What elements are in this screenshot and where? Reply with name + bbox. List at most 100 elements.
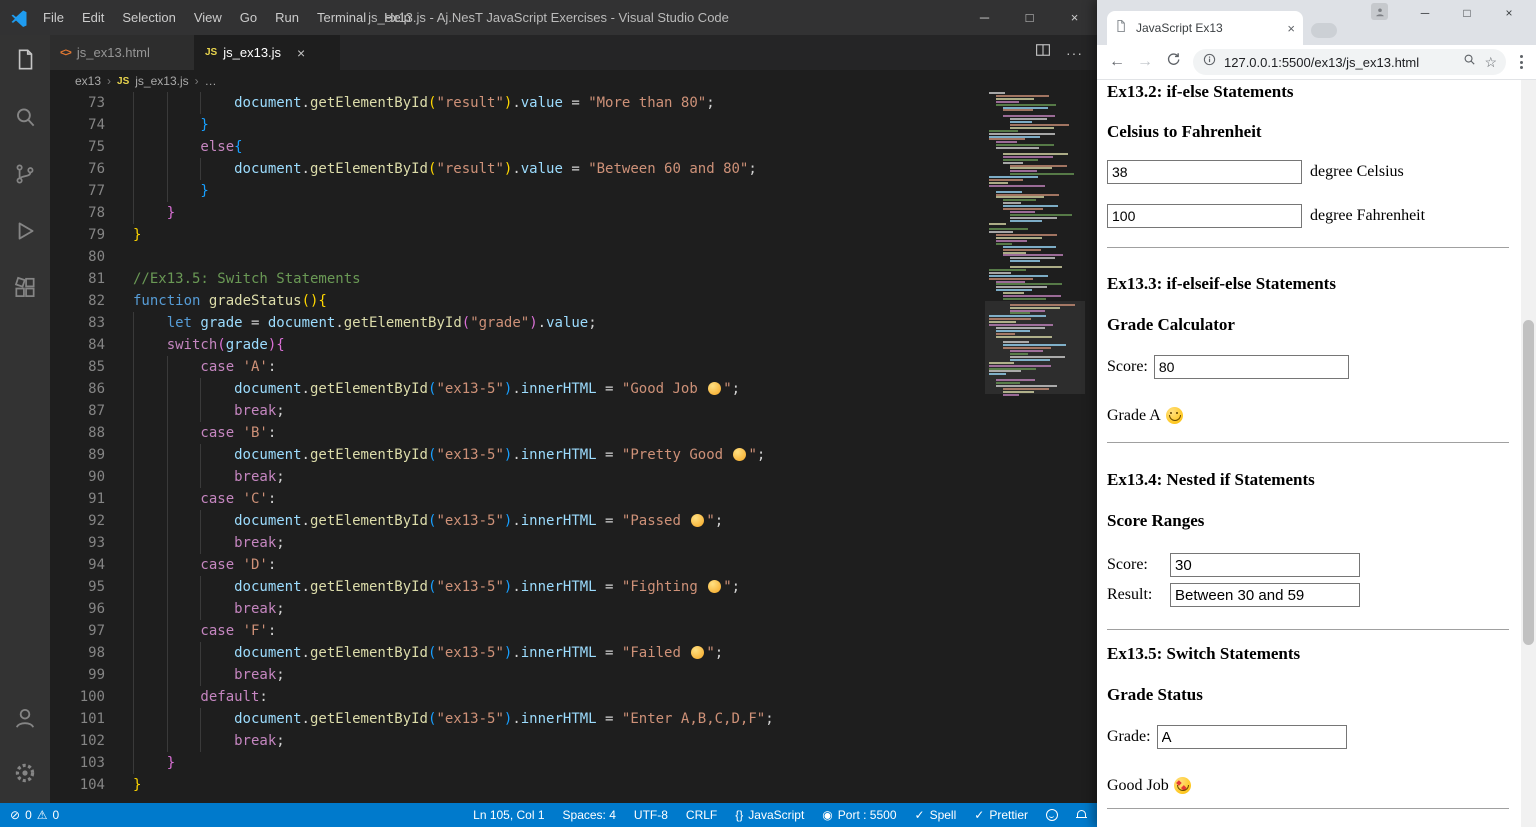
language-mode[interactable]: {} JavaScript bbox=[735, 808, 804, 822]
code-line[interactable]: 100default: bbox=[50, 686, 1097, 708]
page-scrollbar[interactable] bbox=[1521, 80, 1536, 827]
grade-input[interactable] bbox=[1157, 725, 1347, 749]
tab-js-ex13-js[interactable]: JS js_ex13.js × bbox=[195, 35, 340, 70]
explorer-icon[interactable] bbox=[12, 47, 38, 78]
menu-file[interactable]: File bbox=[34, 0, 73, 35]
result-input[interactable] bbox=[1170, 583, 1360, 607]
code-text: } bbox=[133, 180, 209, 202]
breadcrumb-more[interactable]: … bbox=[205, 74, 217, 88]
extensions-icon[interactable] bbox=[12, 275, 38, 306]
score-range-input[interactable] bbox=[1170, 553, 1360, 577]
code-line[interactable]: 84switch(grade){ bbox=[50, 334, 1097, 356]
code-line[interactable]: 83let grade = document.getElementById("g… bbox=[50, 312, 1097, 334]
code-line[interactable]: 99break; bbox=[50, 664, 1097, 686]
code-token: ){ bbox=[268, 337, 285, 353]
code-line[interactable]: 77} bbox=[50, 180, 1097, 202]
code-line[interactable]: 90break; bbox=[50, 466, 1097, 488]
close-button[interactable]: × bbox=[1052, 0, 1097, 35]
code-editor[interactable]: 73document.getElementById("result").valu… bbox=[50, 92, 1097, 803]
close-button[interactable]: × bbox=[1488, 0, 1530, 26]
menu-edit[interactable]: Edit bbox=[73, 0, 113, 35]
browser-tab[interactable]: JavaScript Ex13 × bbox=[1107, 11, 1303, 45]
eol-status[interactable]: CRLF bbox=[686, 808, 717, 822]
source-control-icon[interactable] bbox=[12, 161, 38, 192]
score-input[interactable] bbox=[1154, 355, 1349, 379]
cursor-position[interactable]: Ln 105, Col 1 bbox=[473, 808, 544, 822]
code-line[interactable]: 87break; bbox=[50, 400, 1097, 422]
titlebar-profile-icon[interactable] bbox=[1371, 3, 1388, 20]
code-line[interactable]: 91case 'C': bbox=[50, 488, 1097, 510]
reload-icon[interactable] bbox=[1159, 51, 1187, 73]
notifications-bell-icon[interactable] bbox=[1076, 810, 1087, 820]
tab-close-icon[interactable]: × bbox=[297, 45, 305, 61]
breadcrumb-folder[interactable]: ex13 bbox=[75, 74, 101, 88]
tab-close-icon[interactable]: × bbox=[1287, 21, 1295, 36]
scrollbar-thumb[interactable] bbox=[1523, 320, 1534, 645]
tab-js-ex13-html[interactable]: <> js_ex13.html bbox=[50, 35, 195, 70]
minimize-button[interactable]: ─ bbox=[1404, 0, 1446, 26]
code-line[interactable]: 75else{ bbox=[50, 136, 1097, 158]
code-line[interactable]: 73document.getElementById("result").valu… bbox=[50, 92, 1097, 114]
code-line[interactable]: 94case 'D': bbox=[50, 554, 1097, 576]
bookmark-star-icon[interactable]: ☆ bbox=[1484, 54, 1497, 71]
browser-menu-icon[interactable] bbox=[1512, 55, 1530, 69]
more-actions-icon[interactable]: ··· bbox=[1066, 45, 1083, 61]
minimap[interactable] bbox=[985, 92, 1085, 803]
code-line[interactable]: 96break; bbox=[50, 598, 1097, 620]
menu-terminal[interactable]: Terminal bbox=[308, 0, 375, 35]
code-line[interactable]: 102break; bbox=[50, 730, 1097, 752]
live-server-port[interactable]: ◉ Port : 5500 bbox=[822, 808, 896, 822]
code-line[interactable]: 85case 'A': bbox=[50, 356, 1097, 378]
code-line[interactable]: 80 bbox=[50, 246, 1097, 268]
code-line[interactable]: 92document.getElementById("ex13-5").inne… bbox=[50, 510, 1097, 532]
menu-run[interactable]: Run bbox=[266, 0, 308, 35]
spell-checker-status[interactable]: ✓ Spell bbox=[915, 808, 957, 822]
code-line[interactable]: 81//Ex13.5: Switch Statements bbox=[50, 268, 1097, 290]
minimap-line bbox=[1003, 205, 1058, 207]
zoom-icon[interactable] bbox=[1462, 52, 1477, 72]
code-line[interactable]: 95document.getElementById("ex13-5").inne… bbox=[50, 576, 1097, 598]
code-line[interactable]: 82function gradeStatus(){ bbox=[50, 290, 1097, 312]
code-line[interactable]: 101document.getElementById("ex13-5").inn… bbox=[50, 708, 1097, 730]
code-line[interactable]: 97case 'F': bbox=[50, 620, 1097, 642]
code-line[interactable]: 89document.getElementById("ex13-5").inne… bbox=[50, 444, 1097, 466]
encoding-status[interactable]: UTF-8 bbox=[634, 808, 668, 822]
code-line[interactable]: 74} bbox=[50, 114, 1097, 136]
code-line[interactable]: 76document.getElementById("result").valu… bbox=[50, 158, 1097, 180]
code-line[interactable]: 98document.getElementById("ex13-5").inne… bbox=[50, 642, 1097, 664]
code-token: } bbox=[133, 227, 141, 243]
run-and-debug-icon[interactable] bbox=[12, 218, 38, 249]
menu-selection[interactable]: Selection bbox=[113, 0, 184, 35]
code-line[interactable]: 93break; bbox=[50, 532, 1097, 554]
fahrenheit-input[interactable] bbox=[1107, 204, 1302, 228]
feedback-icon[interactable] bbox=[1046, 809, 1058, 821]
indentation-status[interactable]: Spaces: 4 bbox=[563, 808, 616, 822]
code-line[interactable]: 86document.getElementById("ex13-5").inne… bbox=[50, 378, 1097, 400]
code-text: document.getElementById("ex13-5").innerH… bbox=[133, 642, 723, 664]
settings-gear-icon[interactable] bbox=[12, 760, 38, 791]
celsius-input[interactable] bbox=[1107, 160, 1302, 184]
code-line[interactable]: 104} bbox=[50, 774, 1097, 796]
new-tab-button[interactable] bbox=[1311, 23, 1337, 38]
code-line[interactable]: 78} bbox=[50, 202, 1097, 224]
code-line[interactable]: 103} bbox=[50, 752, 1097, 774]
minimize-button[interactable]: ─ bbox=[962, 0, 1007, 35]
site-info-icon[interactable] bbox=[1202, 52, 1217, 72]
back-icon[interactable]: ← bbox=[1103, 53, 1131, 71]
breadcrumb-file[interactable]: js_ex13.js bbox=[135, 74, 188, 88]
maximize-button[interactable]: □ bbox=[1007, 0, 1052, 35]
code-line[interactable]: 79} bbox=[50, 224, 1097, 246]
menu-go[interactable]: Go bbox=[231, 0, 266, 35]
forward-icon[interactable]: → bbox=[1131, 53, 1159, 71]
account-icon[interactable] bbox=[12, 705, 38, 736]
address-bar[interactable]: 127.0.0.1:5500/ex13/js_ex13.html ☆ bbox=[1193, 49, 1506, 75]
code-line[interactable]: 88case 'B': bbox=[50, 422, 1097, 444]
problems-status[interactable]: ⊘ 0 ⚠ 0 bbox=[10, 808, 59, 822]
indent-guide bbox=[167, 180, 201, 202]
split-editor-icon[interactable] bbox=[1034, 41, 1052, 64]
code-token: = bbox=[243, 315, 268, 331]
maximize-button[interactable]: □ bbox=[1446, 0, 1488, 26]
menu-view[interactable]: View bbox=[185, 0, 231, 35]
prettier-status[interactable]: ✓ Prettier bbox=[974, 808, 1028, 822]
search-icon[interactable] bbox=[12, 104, 38, 135]
